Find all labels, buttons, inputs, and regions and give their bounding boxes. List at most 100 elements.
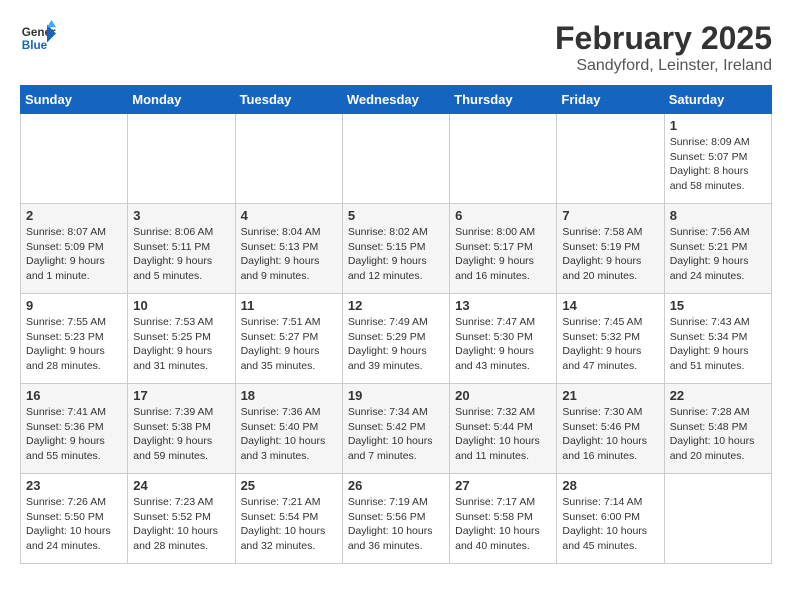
col-tuesday: Tuesday	[235, 86, 342, 114]
day-info: Sunrise: 7:43 AM Sunset: 5:34 PM Dayligh…	[670, 315, 766, 374]
day-info: Sunrise: 7:17 AM Sunset: 5:58 PM Dayligh…	[455, 495, 551, 554]
day-info: Sunrise: 7:47 AM Sunset: 5:30 PM Dayligh…	[455, 315, 551, 374]
day-number: 19	[348, 388, 444, 403]
calendar-cell	[664, 474, 771, 564]
day-info: Sunrise: 7:23 AM Sunset: 5:52 PM Dayligh…	[133, 495, 229, 554]
day-number: 24	[133, 478, 229, 493]
title-area: February 2025 Sandyford, Leinster, Irela…	[555, 20, 772, 75]
day-number: 5	[348, 208, 444, 223]
day-number: 20	[455, 388, 551, 403]
day-number: 9	[26, 298, 122, 313]
day-info: Sunrise: 7:14 AM Sunset: 6:00 PM Dayligh…	[562, 495, 658, 554]
day-number: 28	[562, 478, 658, 493]
day-info: Sunrise: 7:30 AM Sunset: 5:46 PM Dayligh…	[562, 405, 658, 464]
calendar-cell: 21 Sunrise: 7:30 AM Sunset: 5:46 PM Dayli…	[557, 384, 664, 474]
calendar-cell: 9 Sunrise: 7:55 AM Sunset: 5:23 PM Daylig…	[21, 294, 128, 384]
calendar-cell: 25 Sunrise: 7:21 AM Sunset: 5:54 PM Dayli…	[235, 474, 342, 564]
calendar-cell: 27 Sunrise: 7:17 AM Sunset: 5:58 PM Dayli…	[450, 474, 557, 564]
day-number: 6	[455, 208, 551, 223]
day-number: 1	[670, 118, 766, 133]
col-thursday: Thursday	[450, 86, 557, 114]
day-info: Sunrise: 7:26 AM Sunset: 5:50 PM Dayligh…	[26, 495, 122, 554]
day-number: 14	[562, 298, 658, 313]
day-number: 11	[241, 298, 337, 313]
calendar-cell: 11 Sunrise: 7:51 AM Sunset: 5:27 PM Dayli…	[235, 294, 342, 384]
calendar-cell: 26 Sunrise: 7:19 AM Sunset: 5:56 PM Dayli…	[342, 474, 449, 564]
header-row: Sunday Monday Tuesday Wednesday Thursday…	[21, 86, 772, 114]
day-number: 22	[670, 388, 766, 403]
calendar-week-1: 2 Sunrise: 8:07 AM Sunset: 5:09 PM Daylig…	[21, 204, 772, 294]
day-info: Sunrise: 8:04 AM Sunset: 5:13 PM Dayligh…	[241, 225, 337, 284]
col-saturday: Saturday	[664, 86, 771, 114]
calendar-cell	[235, 114, 342, 204]
day-number: 7	[562, 208, 658, 223]
svg-text:Blue: Blue	[22, 39, 48, 52]
calendar-cell: 17 Sunrise: 7:39 AM Sunset: 5:38 PM Dayli…	[128, 384, 235, 474]
calendar-week-4: 23 Sunrise: 7:26 AM Sunset: 5:50 PM Dayli…	[21, 474, 772, 564]
day-info: Sunrise: 8:02 AM Sunset: 5:15 PM Dayligh…	[348, 225, 444, 284]
calendar-cell: 10 Sunrise: 7:53 AM Sunset: 5:25 PM Dayli…	[128, 294, 235, 384]
day-info: Sunrise: 7:28 AM Sunset: 5:48 PM Dayligh…	[670, 405, 766, 464]
day-info: Sunrise: 7:58 AM Sunset: 5:19 PM Dayligh…	[562, 225, 658, 284]
day-number: 13	[455, 298, 551, 313]
calendar-cell: 28 Sunrise: 7:14 AM Sunset: 6:00 PM Dayli…	[557, 474, 664, 564]
calendar-cell: 22 Sunrise: 7:28 AM Sunset: 5:48 PM Dayli…	[664, 384, 771, 474]
calendar-cell	[342, 114, 449, 204]
calendar-cell: 19Sunrise: 7:34 AM Sunset: 5:42 PM Dayli…	[342, 384, 449, 474]
calendar-cell	[21, 114, 128, 204]
calendar-cell: 8 Sunrise: 7:56 AM Sunset: 5:21 PM Daylig…	[664, 204, 771, 294]
calendar-cell: 6 Sunrise: 8:00 AM Sunset: 5:17 PM Daylig…	[450, 204, 557, 294]
day-info: Sunrise: 7:56 AM Sunset: 5:21 PM Dayligh…	[670, 225, 766, 284]
day-number: 10	[133, 298, 229, 313]
calendar-week-3: 16 Sunrise: 7:41 AM Sunset: 5:36 PM Dayli…	[21, 384, 772, 474]
day-info: Sunrise: 7:49 AM Sunset: 5:29 PM Dayligh…	[348, 315, 444, 374]
calendar-cell: 23 Sunrise: 7:26 AM Sunset: 5:50 PM Dayli…	[21, 474, 128, 564]
day-info: Sunrise: 7:55 AM Sunset: 5:23 PM Dayligh…	[26, 315, 122, 374]
calendar-cell: 24 Sunrise: 7:23 AM Sunset: 5:52 PM Dayli…	[128, 474, 235, 564]
day-number: 18	[241, 388, 337, 403]
day-info: Sunrise: 7:32 AM Sunset: 5:44 PM Dayligh…	[455, 405, 551, 464]
day-info: Sunrise: 7:53 AM Sunset: 5:25 PM Dayligh…	[133, 315, 229, 374]
calendar-header: Sunday Monday Tuesday Wednesday Thursday…	[21, 86, 772, 114]
col-monday: Monday	[128, 86, 235, 114]
logo-icon: General Blue	[20, 20, 56, 56]
calendar-cell: 14Sunrise: 7:45 AM Sunset: 5:32 PM Dayli…	[557, 294, 664, 384]
day-info: Sunrise: 8:07 AM Sunset: 5:09 PM Dayligh…	[26, 225, 122, 284]
day-number: 25	[241, 478, 337, 493]
day-number: 16	[26, 388, 122, 403]
calendar-cell: 4Sunrise: 8:04 AM Sunset: 5:13 PM Daylig…	[235, 204, 342, 294]
day-info: Sunrise: 7:19 AM Sunset: 5:56 PM Dayligh…	[348, 495, 444, 554]
calendar-cell: 13 Sunrise: 7:47 AM Sunset: 5:30 PM Dayli…	[450, 294, 557, 384]
calendar-cell: 7 Sunrise: 7:58 AM Sunset: 5:19 PM Daylig…	[557, 204, 664, 294]
calendar-body: 1 Sunrise: 8:09 AM Sunset: 5:07 PM Daylig…	[21, 114, 772, 564]
logo: General Blue General Blue	[20, 20, 56, 56]
calendar-cell	[450, 114, 557, 204]
calendar-title: February 2025	[555, 20, 772, 57]
day-number: 21	[562, 388, 658, 403]
day-info: Sunrise: 7:51 AM Sunset: 5:27 PM Dayligh…	[241, 315, 337, 374]
calendar-cell	[128, 114, 235, 204]
calendar-cell	[557, 114, 664, 204]
day-number: 27	[455, 478, 551, 493]
calendar-table: Sunday Monday Tuesday Wednesday Thursday…	[20, 85, 772, 564]
day-info: Sunrise: 7:41 AM Sunset: 5:36 PM Dayligh…	[26, 405, 122, 464]
calendar-cell: 20 Sunrise: 7:32 AM Sunset: 5:44 PM Dayli…	[450, 384, 557, 474]
day-number: 26	[348, 478, 444, 493]
day-number: 17	[133, 388, 229, 403]
calendar-week-0: 1 Sunrise: 8:09 AM Sunset: 5:07 PM Daylig…	[21, 114, 772, 204]
calendar-cell: 1 Sunrise: 8:09 AM Sunset: 5:07 PM Daylig…	[664, 114, 771, 204]
day-info: Sunrise: 7:36 AM Sunset: 5:40 PM Dayligh…	[241, 405, 337, 464]
day-info: Sunrise: 7:21 AM Sunset: 5:54 PM Dayligh…	[241, 495, 337, 554]
day-info: Sunrise: 8:00 AM Sunset: 5:17 PM Dayligh…	[455, 225, 551, 284]
day-info: Sunrise: 8:09 AM Sunset: 5:07 PM Dayligh…	[670, 135, 766, 194]
calendar-cell: 16 Sunrise: 7:41 AM Sunset: 5:36 PM Dayli…	[21, 384, 128, 474]
day-info: Sunrise: 7:39 AM Sunset: 5:38 PM Dayligh…	[133, 405, 229, 464]
day-number: 23	[26, 478, 122, 493]
day-info: Sunrise: 8:06 AM Sunset: 5:11 PM Dayligh…	[133, 225, 229, 284]
day-number: 12	[348, 298, 444, 313]
day-number: 8	[670, 208, 766, 223]
col-wednesday: Wednesday	[342, 86, 449, 114]
calendar-week-2: 9 Sunrise: 7:55 AM Sunset: 5:23 PM Daylig…	[21, 294, 772, 384]
day-number: 2	[26, 208, 122, 223]
col-sunday: Sunday	[21, 86, 128, 114]
